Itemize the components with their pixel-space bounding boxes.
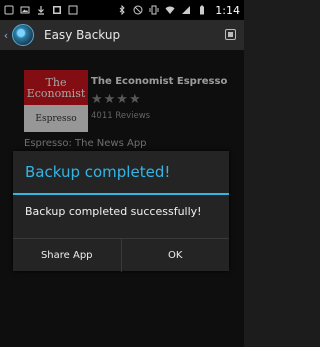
back-chevron-icon[interactable]: ‹ — [0, 20, 12, 50]
app-logo-icon[interactable] — [12, 24, 34, 46]
menu-icon[interactable] — [225, 29, 236, 40]
ok-button[interactable]: OK — [122, 239, 230, 272]
battery-icon — [200, 5, 205, 15]
share-app-button[interactable]: Share App — [13, 239, 122, 272]
dialog-title: Backup completed! — [25, 163, 171, 181]
do-not-disturb-icon — [133, 5, 143, 15]
status-bar-left — [4, 5, 78, 15]
status-bar-time: 1:14 — [215, 3, 240, 17]
status-bar: 1:14 — [0, 0, 244, 20]
dialog-button-bar: Share App OK — [13, 238, 229, 272]
status-bar-right: 1:14 — [117, 4, 240, 17]
app-icon — [4, 5, 14, 15]
photo-icon — [53, 6, 61, 14]
dialog-title-divider — [13, 193, 229, 195]
vibrate-icon — [149, 5, 159, 15]
download-icon — [38, 6, 44, 15]
action-bar: ‹ Easy Backup — [0, 20, 244, 50]
image-icon — [20, 6, 30, 14]
box-icon — [68, 5, 78, 15]
signal-icon — [182, 6, 191, 14]
backup-dialog: Backup completed! Backup completed succe… — [13, 151, 229, 272]
dialog-message: Backup completed successfully! — [25, 205, 202, 218]
action-bar-title: Easy Backup — [44, 28, 121, 42]
wifi-icon — [165, 6, 175, 14]
bluetooth-icon — [119, 5, 126, 15]
